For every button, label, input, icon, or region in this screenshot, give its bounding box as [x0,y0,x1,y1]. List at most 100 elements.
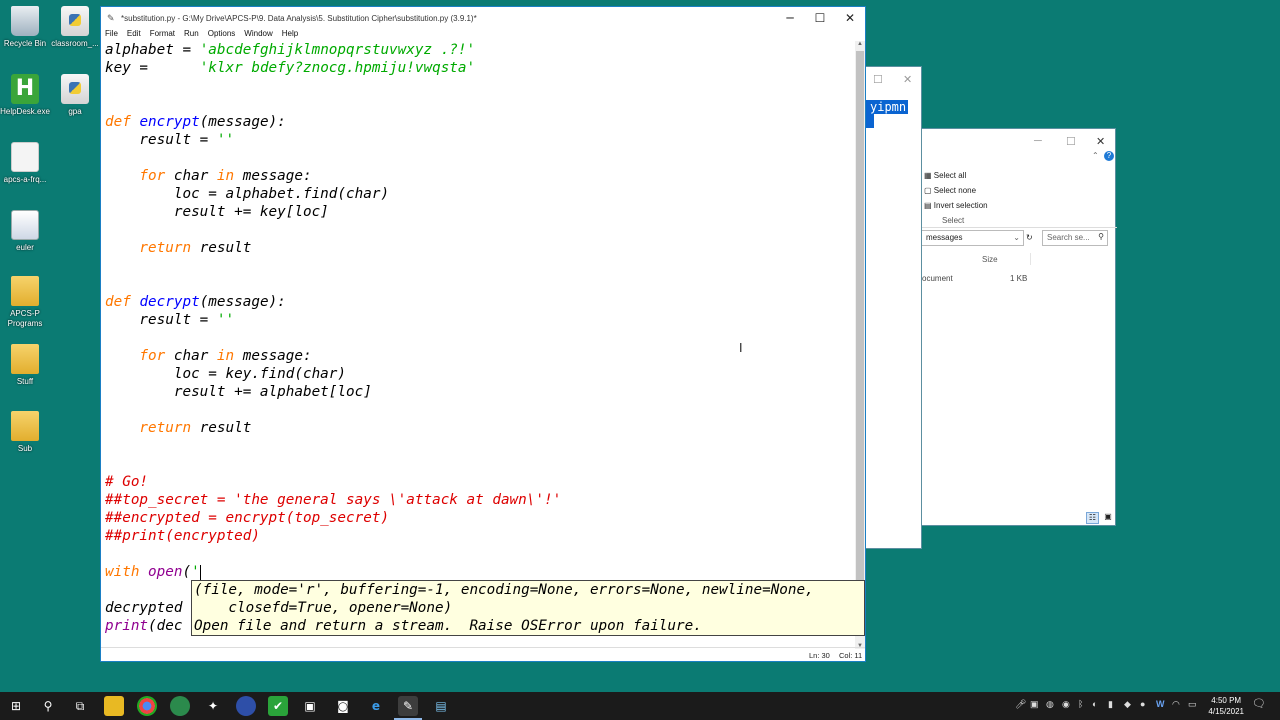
close-icon[interactable]: ✕ [903,73,912,86]
menu-run[interactable]: Run [184,29,199,41]
code-line[interactable]: for char in message: [105,347,311,365]
code-editor[interactable]: alphabet = 'abcdefghijklmnopqrstuvwxyz .… [101,41,856,649]
code-token: alphabet = [105,42,200,58]
address-path: messages [926,233,963,242]
idle-icon[interactable]: ✎ [398,696,418,716]
menu-help[interactable]: Help [282,29,298,41]
desktop-icon-euler[interactable]: euler [0,210,55,253]
close-icon[interactable]: ✕ [1096,135,1105,148]
edge-icon[interactable]: e [366,696,386,716]
search-input[interactable]: Search se... ⚲ [1042,230,1108,246]
notepad-icon[interactable]: ▤ [431,696,451,716]
code-line[interactable]: return result [105,239,251,257]
maximize-button[interactable]: ☐ [805,9,835,27]
code-token: open [148,564,183,580]
calltip-tooltip: (file, mode='r', buffering=-1, encoding=… [191,580,865,636]
mic-icon[interactable]: 🎤︎ [1015,699,1026,710]
help-icon[interactable]: ? [1104,151,1114,161]
app-icon[interactable]: ✦ [203,696,223,716]
background-window[interactable]: ☐ ✕ yipmn [860,66,922,549]
app-icon[interactable] [170,696,190,716]
battery-icon[interactable]: ▭ [1188,699,1197,710]
address-bar[interactable]: messages ⌄ [922,230,1024,246]
desktop-icon-apcs-frq[interactable]: apcs-a-frq... [0,142,55,185]
file-explorer-window[interactable]: ─ ☐ ✕ ⌃ ? ▦ Select all ▢ Select none ▤ I… [921,128,1117,526]
code-line[interactable]: result = '' [105,131,234,149]
minimize-button[interactable]: ─ [775,9,805,27]
title-bar[interactable]: ✎ *substitution.py - G:\My Drive\APCS-P\… [101,7,865,29]
code-line[interactable]: def encrypt(message): [105,113,286,131]
code-line[interactable]: result += alphabet[loc] [105,383,372,401]
system-clock[interactable]: 4:50 PM 4/15/2021 [1208,695,1244,717]
refresh-icon[interactable]: ↻ [1026,233,1033,242]
code-line[interactable]: loc = key.find(char) [105,365,346,383]
selected-text[interactable]: yipmn [866,100,908,114]
app-icon[interactable] [236,696,256,716]
code-line[interactable]: ##encrypted = encrypt(top_secret) [105,509,389,527]
folder-icon [11,411,39,441]
code-line[interactable]: key = 'klxr bdefy?znocg.hpmiju!vwqsta' [105,59,475,77]
chevron-down-icon[interactable]: ⌄ [1013,233,1020,242]
maximize-icon[interactable]: ☐ [1066,135,1076,148]
maximize-icon[interactable]: ☐ [873,73,883,86]
tray-app-icon[interactable]: ◆ [1124,699,1131,710]
code-line[interactable]: decrypted [105,599,182,617]
tray-app-icon[interactable]: ▮ [1108,699,1113,710]
desktop-icon-stuff[interactable]: Stuff [0,344,55,387]
code-line[interactable]: ##top_secret = 'the general says \'attac… [105,491,561,509]
code-line[interactable]: result += key[loc] [105,203,329,221]
ribbon-collapse-icon[interactable]: ⌃ [1092,151,1099,160]
code-line[interactable]: loc = alphabet.find(char) [105,185,389,203]
tray-app-icon[interactable]: ◐ [1092,699,1097,709]
scroll-up-icon[interactable]: ▲ [855,41,865,47]
tray-app-icon[interactable]: ▣ [1030,699,1039,710]
wifi-icon[interactable]: ◠ [1172,699,1180,710]
code-line[interactable]: for char in message: [105,167,311,185]
details-view-icon[interactable]: ☷ [1086,512,1099,524]
menu-format[interactable]: Format [150,29,175,41]
task-view-icon[interactable]: ⧉ [70,696,90,716]
scrollbar-thumb[interactable] [856,51,864,591]
code-line[interactable]: alphabet = 'abcdefghijklmnopqrstuvwxyz .… [105,41,475,59]
code-token: result += alphabet[loc] [105,384,372,400]
menu-options[interactable]: Options [208,29,236,41]
desktop-icon-apcs-programs[interactable]: APCS-P Programs [0,276,55,328]
chrome-icon[interactable] [137,696,157,716]
start-icon[interactable]: ⊞ [6,696,26,716]
vertical-scrollbar[interactable]: ▲ ▼ [855,41,865,649]
desktop-icon-sub[interactable]: Sub [0,411,55,454]
menu-window[interactable]: Window [244,29,272,41]
tray-app-icon[interactable]: ● [1140,699,1145,709]
close-button[interactable]: ✕ [835,9,865,27]
ribbon-invert-selection[interactable]: ▤ Invert selection [924,201,988,210]
code-line[interactable]: with open(' [105,563,201,581]
file-explorer-icon[interactable] [104,696,124,716]
code-line[interactable]: def decrypt(message): [105,293,286,311]
search-icon[interactable]: ⚲ [38,696,58,716]
file-type-cell[interactable]: ocument [922,274,953,283]
code-line[interactable]: # Go! [105,473,148,491]
bluetooth-icon[interactable]: ᛒ [1078,699,1083,709]
tray-app-icon[interactable]: ◍ [1046,699,1054,710]
camera-icon[interactable]: ◙ [333,696,353,716]
code-line[interactable]: return result [105,419,251,437]
ribbon-select-all[interactable]: ▦ Select all [924,171,966,180]
checkmark-app-icon[interactable]: ✔ [268,696,288,716]
desktop-icon-gpa[interactable]: gpa [45,74,105,117]
camera-icon[interactable]: ▣ [300,696,320,716]
minimize-icon[interactable]: ─ [1034,135,1042,147]
notification-icon[interactable]: 🗨︎ [1252,697,1266,710]
code-token: print [105,618,149,634]
large-icons-view-icon[interactable]: ▣ [1102,512,1114,524]
column-header-size[interactable]: Size [982,255,998,264]
code-line[interactable]: result = '' [105,311,234,329]
desktop-icon-classroom[interactable]: classroom_... [45,6,105,49]
word-icon[interactable]: W [1156,699,1165,709]
code-line[interactable]: print(dec [105,617,182,635]
ribbon-select-none[interactable]: ▢ Select none [924,186,976,195]
idle-editor-window[interactable]: ✎ *substitution.py - G:\My Drive\APCS-P\… [100,6,866,662]
code-line[interactable]: ##print(encrypted) [105,527,260,545]
menu-edit[interactable]: Edit [127,29,141,41]
tray-app-icon[interactable]: ◉ [1062,699,1070,710]
menu-file[interactable]: File [105,29,118,41]
